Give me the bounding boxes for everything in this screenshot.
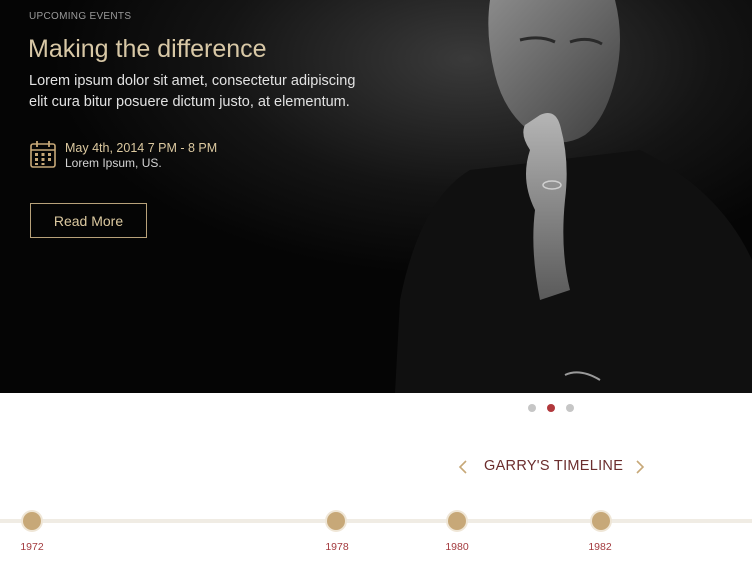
timeline-year-1980: 1980 (445, 541, 469, 553)
hero-banner: UPCOMING EVENTS Making the difference Lo… (0, 0, 752, 393)
section-eyebrow: UPCOMING EVENTS (29, 11, 132, 22)
read-more-button[interactable]: Read More (30, 203, 147, 238)
hero-title: Making the difference (28, 35, 267, 63)
timeline-track (0, 519, 752, 523)
chevron-right-icon[interactable] (634, 459, 646, 475)
chevron-left-icon[interactable] (457, 459, 469, 475)
carousel-dot-3[interactable] (566, 404, 574, 412)
hero-description: Lorem ipsum dolor sit amet, consectetur … (29, 73, 356, 110)
timeline-node-1982[interactable] (592, 512, 610, 530)
event-date: May 4th, 2014 7 PM - 8 PM (65, 141, 218, 155)
timeline-node-1978[interactable] (327, 512, 345, 530)
timeline-node-1972[interactable] (23, 512, 41, 530)
timeline-year-1982: 1982 (588, 541, 612, 553)
timeline-node-1980[interactable] (448, 512, 466, 530)
calendar-icon (30, 141, 56, 168)
timeline-year-1978: 1978 (325, 541, 349, 553)
carousel-dot-1[interactable] (528, 404, 536, 412)
timeline-header: GARRY'S TIMELINE (457, 458, 652, 478)
timeline-year-1972: 1972 (20, 541, 44, 553)
timeline-title: GARRY'S TIMELINE (484, 458, 624, 474)
carousel-dot-2[interactable] (547, 404, 555, 412)
event-location: Lorem Ipsum, US. (65, 156, 162, 170)
